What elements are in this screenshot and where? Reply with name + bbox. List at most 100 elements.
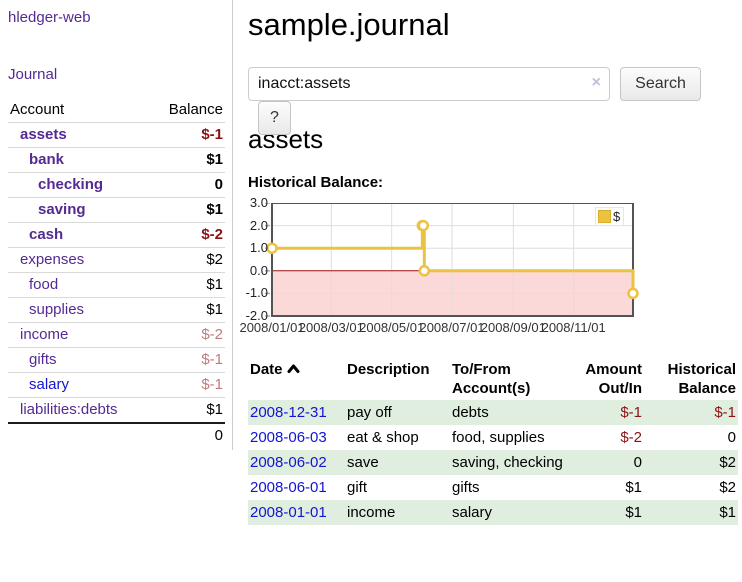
- sidebar-item-journal[interactable]: Journal: [8, 66, 224, 83]
- main-content: sample.journal × Search ? assets Histori…: [245, 0, 742, 525]
- sidebar-account-link[interactable]: food: [29, 276, 58, 293]
- transaction-date-link[interactable]: 2008-01-01: [250, 504, 327, 521]
- chart-legend: $: [595, 207, 624, 226]
- transaction-accounts: food, supplies: [450, 425, 566, 450]
- clear-search-icon[interactable]: ×: [592, 74, 601, 92]
- register-header-row: Date Description To/From Account(s) Amou…: [248, 358, 738, 400]
- transaction-description: income: [345, 500, 450, 525]
- transaction-accounts: salary: [450, 500, 566, 525]
- sort-ascending-icon[interactable]: [287, 360, 300, 379]
- account-tree-row: checking 0: [8, 173, 225, 198]
- transaction-accounts: gifts: [450, 475, 566, 500]
- transaction-description: save: [345, 450, 450, 475]
- sidebar-account-link[interactable]: expenses: [20, 251, 84, 268]
- x-axis-tick-label: 2008/05/01: [359, 320, 424, 335]
- transaction-balance: $-1: [644, 400, 738, 425]
- sidebar-account-balance: $-1: [150, 348, 225, 373]
- sidebar-account-balance: $1: [150, 148, 225, 173]
- transaction-amount: $1: [566, 500, 644, 525]
- account-tree-row: supplies $1: [8, 298, 225, 323]
- y-axis-tick-label: 0.0: [245, 264, 268, 278]
- transaction-date-link[interactable]: 2008-06-03: [250, 429, 327, 446]
- app-brand-link[interactable]: hledger-web: [8, 9, 91, 26]
- sidebar-account-balance: $1: [150, 273, 225, 298]
- sidebar: hledger-web Journal Account Balance asse…: [0, 0, 233, 450]
- sidebar-account-link[interactable]: cash: [29, 226, 63, 243]
- description-column-header: Description: [345, 358, 450, 400]
- transaction-amount: $1: [566, 475, 644, 500]
- accounts-column-header: To/From Account(s): [450, 358, 566, 400]
- account-tree-row: expenses $2: [8, 248, 225, 273]
- sidebar-account-link[interactable]: gifts: [29, 351, 57, 368]
- balance-column-header-register: Historical Balance: [644, 358, 738, 400]
- sidebar-account-link[interactable]: income: [20, 326, 68, 343]
- transaction-balance: $2: [644, 475, 738, 500]
- account-tree-row: assets $-1: [8, 123, 225, 148]
- register-row: 2008-06-03 eat & shopfood, supplies$-20: [248, 425, 738, 450]
- sidebar-account-balance: $-2: [150, 223, 225, 248]
- account-tree-row: food $1: [8, 273, 225, 298]
- page-title: sample.journal: [248, 7, 742, 43]
- sidebar-account-link[interactable]: salary: [29, 376, 69, 393]
- account-tree-row: gifts $-1: [8, 348, 225, 373]
- account-tree-table: Account Balance assets$-1bank$1checking0…: [8, 99, 225, 448]
- account-column-header: Account: [8, 99, 150, 123]
- sidebar-account-balance: $1: [150, 398, 225, 424]
- transaction-balance: 0: [644, 425, 738, 450]
- x-axis-tick-label: 2008/01/01: [239, 320, 304, 335]
- x-axis-tick-label: 2008/09/01: [481, 320, 546, 335]
- transaction-accounts: debts: [450, 400, 566, 425]
- sidebar-account-balance: $-1: [150, 373, 225, 398]
- sidebar-account-balance: $1: [150, 298, 225, 323]
- sidebar-account-link[interactable]: bank: [29, 151, 64, 168]
- account-tree-row: liabilities:debts $1: [8, 398, 225, 424]
- transaction-date-link[interactable]: 2008-06-01: [250, 479, 327, 496]
- sidebar-account-balance: $2: [150, 248, 225, 273]
- register-row: 2008-06-02savesaving, checking0$2: [248, 450, 738, 475]
- search-button[interactable]: Search: [620, 67, 701, 101]
- account-heading: assets: [248, 124, 742, 154]
- x-axis-tick-label: 2008/11/01: [542, 320, 606, 335]
- account-tree-row: saving $1: [8, 198, 225, 223]
- transaction-balance: $1: [644, 500, 738, 525]
- sidebar-account-link[interactable]: liabilities:debts: [20, 401, 118, 418]
- transaction-accounts: saving, checking: [450, 450, 566, 475]
- register-table: Date Description To/From Account(s) Amou…: [248, 358, 738, 525]
- register-row: 2008-12-31pay offdebts$-1$-1: [248, 400, 738, 425]
- y-axis-tick-label: -1.0: [245, 286, 268, 300]
- account-tree-row: cash $-2: [8, 223, 225, 248]
- y-axis-tick-label: 3.0: [245, 196, 268, 210]
- sidebar-account-balance: 0: [150, 173, 225, 198]
- transaction-description: eat & shop: [345, 425, 450, 450]
- account-tree-row: bank $1: [8, 148, 225, 173]
- sidebar-account-link[interactable]: saving: [38, 201, 86, 218]
- transaction-description: gift: [345, 475, 450, 500]
- date-column-header[interactable]: Date: [248, 358, 345, 400]
- chart-title: Historical Balance:: [248, 174, 742, 191]
- sidebar-account-link[interactable]: assets: [20, 126, 67, 143]
- sidebar-account-link[interactable]: checking: [38, 176, 103, 193]
- register-row: 2008-06-01 giftgifts$1$2: [248, 475, 738, 500]
- account-tree-row: salary $-1: [8, 373, 225, 398]
- legend-label: $: [613, 209, 620, 224]
- sidebar-account-balance: $1: [150, 198, 225, 223]
- y-axis-tick-label: 2.0: [245, 219, 268, 233]
- total-balance: 0: [150, 423, 225, 448]
- search-form: × Search ?: [248, 67, 742, 101]
- transaction-amount: 0: [566, 450, 644, 475]
- transaction-date-link[interactable]: 2008-12-31: [250, 404, 327, 421]
- sidebar-account-link[interactable]: supplies: [29, 301, 84, 318]
- sidebar-account-balance: $-1: [150, 123, 225, 148]
- x-axis-tick-label: 2008/07/01: [419, 320, 484, 335]
- account-tree-row: income $-2: [8, 323, 225, 348]
- historical-balance-chart: $ 3.02.01.00.0-1.0-2.02008/01/012008/03/…: [245, 203, 675, 338]
- account-tree-total-row: 0: [8, 423, 225, 448]
- transaction-description: pay off: [345, 400, 450, 425]
- transaction-amount: $-2: [566, 425, 644, 450]
- search-input[interactable]: [248, 67, 610, 101]
- legend-swatch-icon: [598, 210, 611, 223]
- y-axis-tick-label: 1.0: [245, 241, 268, 255]
- help-button[interactable]: ?: [258, 101, 291, 135]
- transaction-date-link[interactable]: 2008-06-02: [250, 454, 327, 471]
- sidebar-account-balance: $-2: [150, 323, 225, 348]
